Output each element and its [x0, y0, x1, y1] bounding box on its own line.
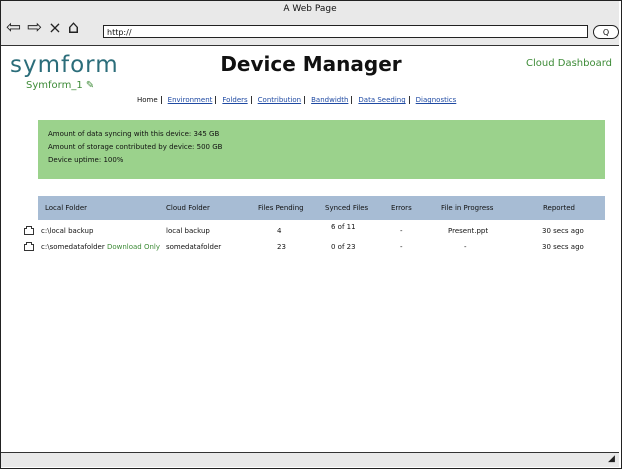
reported-cell: 30 secs ago	[542, 227, 584, 235]
table-header: Local Folder Cloud Folder Files Pending …	[38, 196, 605, 220]
tab-diagnostics[interactable]: Diagnostics	[413, 96, 460, 104]
summary-line: Amount of data syncing with this device:…	[48, 130, 220, 138]
table-row[interactable]: c:\somedatafolder Download Only somedata…	[24, 242, 607, 255]
forward-icon[interactable]: ⇨	[27, 19, 42, 37]
tab-contribution[interactable]: Contribution	[255, 96, 306, 104]
browser-toolbar: A Web Page ⇦ ⇨ × ⌂ http:// Q	[1, 1, 619, 46]
header-local-folder: Local Folder	[45, 204, 87, 212]
home-icon[interactable]: ⌂	[68, 19, 79, 37]
summary-line: Device uptime: 100%	[48, 156, 124, 164]
address-text: http://	[107, 28, 132, 37]
device-name-text: Symform_1	[26, 80, 83, 91]
window-title: A Web Page	[283, 4, 337, 14]
navigation-buttons: ⇦ ⇨ × ⌂	[6, 19, 85, 37]
folder-icon	[24, 242, 34, 251]
local-folder-cell: c:\local backup	[41, 227, 94, 235]
synced-files-cell: 0 of 23	[331, 243, 356, 251]
folder-icon	[24, 226, 34, 235]
resize-handle-icon[interactable]: ◢	[608, 455, 616, 464]
header-cloud-folder: Cloud Folder	[166, 204, 210, 212]
synced-files-cell: 6 of 11	[331, 223, 356, 231]
tab-folders[interactable]: Folders	[219, 96, 252, 104]
header-files-pending: Files Pending	[258, 204, 304, 212]
cloud-folder-cell: somedatafolder	[166, 243, 222, 251]
header-reported: Reported	[543, 204, 575, 212]
local-folder-text: c:\somedatafolder	[41, 243, 105, 251]
header-synced-files: Synced Files	[325, 204, 369, 212]
edit-icon[interactable]: ✎	[86, 80, 94, 91]
errors-cell: -	[400, 243, 403, 251]
cloud-folder-cell: local backup	[166, 227, 210, 235]
status-bar: ◢	[1, 452, 619, 467]
back-icon[interactable]: ⇦	[6, 19, 21, 37]
files-pending-cell: 23	[277, 243, 286, 251]
tab-bar: Home Environment Folders Contribution Ba…	[134, 96, 462, 104]
errors-cell: -	[400, 227, 403, 235]
reported-cell: 30 secs ago	[542, 243, 584, 251]
device-name: Symform_1 ✎	[26, 80, 94, 91]
tab-data-seeding[interactable]: Data Seeding	[355, 96, 410, 104]
summary-panel: Amount of data syncing with this device:…	[38, 120, 605, 179]
address-bar[interactable]: http://	[103, 25, 588, 38]
tab-home[interactable]: Home	[134, 96, 162, 104]
download-only-tag: Download Only	[106, 243, 161, 251]
close-icon[interactable]: ×	[48, 19, 61, 37]
files-pending-cell: 4	[277, 227, 282, 235]
header-errors: Errors	[391, 204, 412, 212]
header-file-in-progress: File in Progress	[441, 204, 494, 212]
table-row[interactable]: c:\local backup local backup 4 6 of 11 -…	[24, 223, 607, 239]
search-icon: Q	[602, 28, 610, 37]
cloud-dashboard-link[interactable]: Cloud Dashboard	[526, 58, 612, 69]
tab-environment[interactable]: Environment	[165, 96, 217, 104]
search-button[interactable]: Q	[593, 25, 619, 39]
file-progress-cell: -	[464, 243, 467, 251]
file-progress-cell: Present.ppt	[448, 227, 489, 235]
local-folder-cell: c:\somedatafolder Download Only	[41, 243, 160, 251]
tab-bandwidth[interactable]: Bandwidth	[308, 96, 353, 104]
summary-line: Amount of storage contributed by device:…	[48, 143, 223, 151]
